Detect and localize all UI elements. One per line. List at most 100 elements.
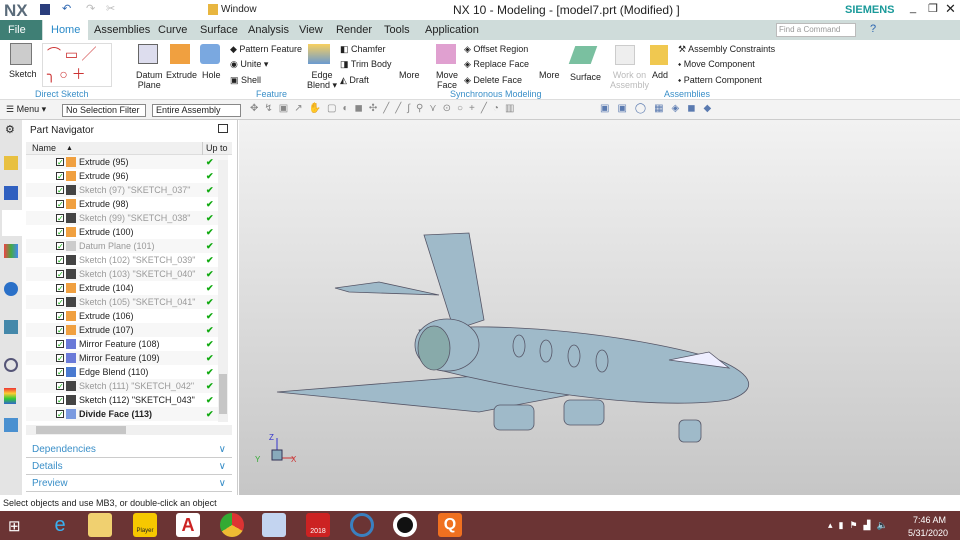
save-icon[interactable] <box>40 4 50 15</box>
offset-region-button[interactable]: ◈ Offset Region <box>464 44 528 55</box>
tab-home[interactable]: Home <box>43 20 89 40</box>
visibility-checkbox[interactable]: ✓ <box>56 256 64 265</box>
horizontal-scrollbar[interactable] <box>26 425 232 435</box>
visibility-checkbox[interactable]: ✓ <box>56 326 64 335</box>
tree-row[interactable]: ✓ Extrude (107) ✔ <box>26 323 228 337</box>
pattern-component-button[interactable]: ⬩ Pattern Component <box>678 75 762 86</box>
snap-toolbar-icons[interactable]: ✥↯▣↗✋▢◐◼✣╱╱∫⚲⋎⊙○+╱◔▥ <box>250 103 520 114</box>
tab-assemblies[interactable]: Assemblies <box>86 20 158 40</box>
player-icon[interactable]: Player <box>133 513 157 537</box>
tree-row[interactable]: ✓ Sketch (111) "SKETCH_042" ✔ <box>26 379 228 393</box>
menu-button[interactable]: ☰ Menu ▾ <box>6 104 46 115</box>
tree-row[interactable]: ✓ Extrude (96) ✔ <box>26 169 228 183</box>
tree-row[interactable]: ✓ Edge Blend (110) ✔ <box>26 365 228 379</box>
visibility-checkbox[interactable]: ✓ <box>56 396 64 405</box>
visibility-checkbox[interactable]: ✓ <box>56 158 64 167</box>
shell-button[interactable]: ▣ Shell <box>230 75 261 86</box>
visibility-checkbox[interactable]: ✓ <box>56 410 64 419</box>
tree-row[interactable]: ✓ Sketch (105) "SKETCH_041" ✔ <box>26 295 228 309</box>
internet-explorer-icon[interactable]: e <box>48 513 72 537</box>
tab-curve[interactable]: Curve <box>150 20 195 40</box>
tree-row[interactable]: ✓ Sketch (99) "SKETCH_038" ✔ <box>26 211 228 225</box>
tab-file[interactable]: File <box>0 20 42 40</box>
trim-body-button[interactable]: ◨ Trim Body <box>340 59 392 70</box>
tab-view[interactable]: View <box>291 20 331 40</box>
record-icon[interactable] <box>393 513 417 537</box>
visibility-checkbox[interactable]: ✓ <box>56 270 64 279</box>
clock-date[interactable]: 5/31/2020 <box>908 528 948 538</box>
info-icon[interactable] <box>4 282 18 296</box>
tree-row[interactable]: ✓ Sketch (97) "SKETCH_037" ✔ <box>26 183 228 197</box>
selection-filter-dropdown[interactable]: No Selection Filter <box>62 104 146 117</box>
airplane-model[interactable]: Z X Y <box>239 120 960 495</box>
visibility-checkbox[interactable]: ✓ <box>56 200 64 209</box>
assembly-constraints-button[interactable]: ⚒ Assembly Constraints <box>678 44 775 55</box>
extrude-button[interactable]: Extrude <box>166 70 197 80</box>
column-name[interactable]: Name <box>32 142 56 155</box>
cut-icon[interactable]: ✂ <box>106 2 115 15</box>
tab-tools[interactable]: Tools <box>376 20 418 40</box>
hscroll-thumb[interactable] <box>36 426 126 434</box>
tree-row[interactable]: ✓ Extrude (104) ✔ <box>26 281 228 295</box>
visibility-checkbox[interactable]: ✓ <box>56 214 64 223</box>
tab-application[interactable]: Application <box>417 20 487 40</box>
tab-analysis[interactable]: Analysis <box>240 20 297 40</box>
tree-row[interactable]: ✓ Extrude (106) ✔ <box>26 309 228 323</box>
sync-more-button[interactable]: More <box>539 70 560 80</box>
pattern-feature-button[interactable]: ◆ Pattern Feature <box>230 44 302 55</box>
redo-icon[interactable]: ↷ <box>86 2 95 15</box>
tab-render[interactable]: Render <box>328 20 380 40</box>
details-panel[interactable]: Details ∨ <box>26 458 232 475</box>
selection-scope-dropdown[interactable]: Entire Assembly <box>152 104 241 117</box>
find-command-input[interactable]: Find a Command <box>776 23 856 37</box>
feature-more-button[interactable]: More <box>399 70 420 80</box>
datum-plane-button[interactable]: Datum Plane <box>136 70 163 90</box>
vertical-scrollbar[interactable] <box>218 160 228 422</box>
sketch-curve-gallery[interactable]: ⌒ ▭ ╱ ╮ ○ ＋ <box>42 43 112 87</box>
file-explorer-icon[interactable] <box>88 513 112 537</box>
unite-button[interactable]: ◉ Unite ▾ <box>230 59 268 70</box>
move-face-button[interactable]: Move Face <box>436 70 458 90</box>
app-icon[interactable] <box>350 513 374 537</box>
history-clock-icon[interactable] <box>4 358 18 372</box>
part-navigator-tab[interactable] <box>2 210 22 236</box>
hole-button[interactable]: Hole <box>202 70 221 80</box>
undo-icon[interactable]: ↶ <box>62 2 71 15</box>
roles-icon[interactable] <box>4 418 18 432</box>
autocad-icon[interactable]: A <box>176 513 200 537</box>
graphics-viewport[interactable]: Z X Y <box>239 120 960 495</box>
visibility-checkbox[interactable]: ✓ <box>56 382 64 391</box>
view-toolbar-icons[interactable]: ▣▣◯▦◈◼◆ <box>600 103 719 114</box>
sort-ascending-icon[interactable]: ▲ <box>66 142 73 155</box>
sketch-button[interactable]: Sketch <box>9 69 37 79</box>
tree-row[interactable]: ✓ Mirror Feature (108) ✔ <box>26 337 228 351</box>
preview-panel[interactable]: Preview ∨ <box>26 475 232 492</box>
start-button[interactable]: ⊞ <box>8 517 21 535</box>
scrollbar-thumb[interactable] <box>219 374 227 414</box>
chamfer-button[interactable]: ◧ Chamfer <box>340 44 386 55</box>
window-menu[interactable]: Window <box>221 4 257 15</box>
add-component-button[interactable]: Add <box>652 70 668 80</box>
tree-row[interactable]: ✓ Sketch (102) "SKETCH_039" ✔ <box>26 253 228 267</box>
visibility-checkbox[interactable]: ✓ <box>56 354 64 363</box>
system-tray-icons[interactable]: ▴▮⚑▟🔈 <box>828 520 894 531</box>
tree-row[interactable]: ✓ Sketch (103) "SKETCH_040" ✔ <box>26 267 228 281</box>
edge-blend-button[interactable]: Edge Blend ▾ <box>307 70 337 91</box>
delete-face-button[interactable]: ◈ Delete Face <box>464 75 522 86</box>
chrome-icon[interactable] <box>220 513 244 537</box>
visibility-checkbox[interactable]: ✓ <box>56 228 64 237</box>
work-on-assembly-button[interactable]: Work on Assembly <box>610 70 649 90</box>
solidworks-icon[interactable]: 2018 <box>306 513 330 537</box>
visibility-checkbox[interactable]: ✓ <box>56 186 64 195</box>
visibility-checkbox[interactable]: ✓ <box>56 284 64 293</box>
visibility-checkbox[interactable]: ✓ <box>56 298 64 307</box>
dependencies-panel[interactable]: Dependencies ∨ <box>26 441 232 458</box>
replace-face-button[interactable]: ◈ Replace Face <box>464 59 529 70</box>
tree-row[interactable]: ✓ Sketch (112) "SKETCH_043" ✔ <box>26 393 228 407</box>
surface-button[interactable]: Surface <box>570 72 601 82</box>
draft-button[interactable]: ◭ Draft <box>340 75 369 86</box>
restore-button[interactable]: ❐ <box>928 2 938 15</box>
visibility-checkbox[interactable]: ✓ <box>56 242 64 251</box>
clock-time[interactable]: 7:46 AM <box>913 515 946 525</box>
close-button[interactable]: ✕ <box>945 1 956 17</box>
